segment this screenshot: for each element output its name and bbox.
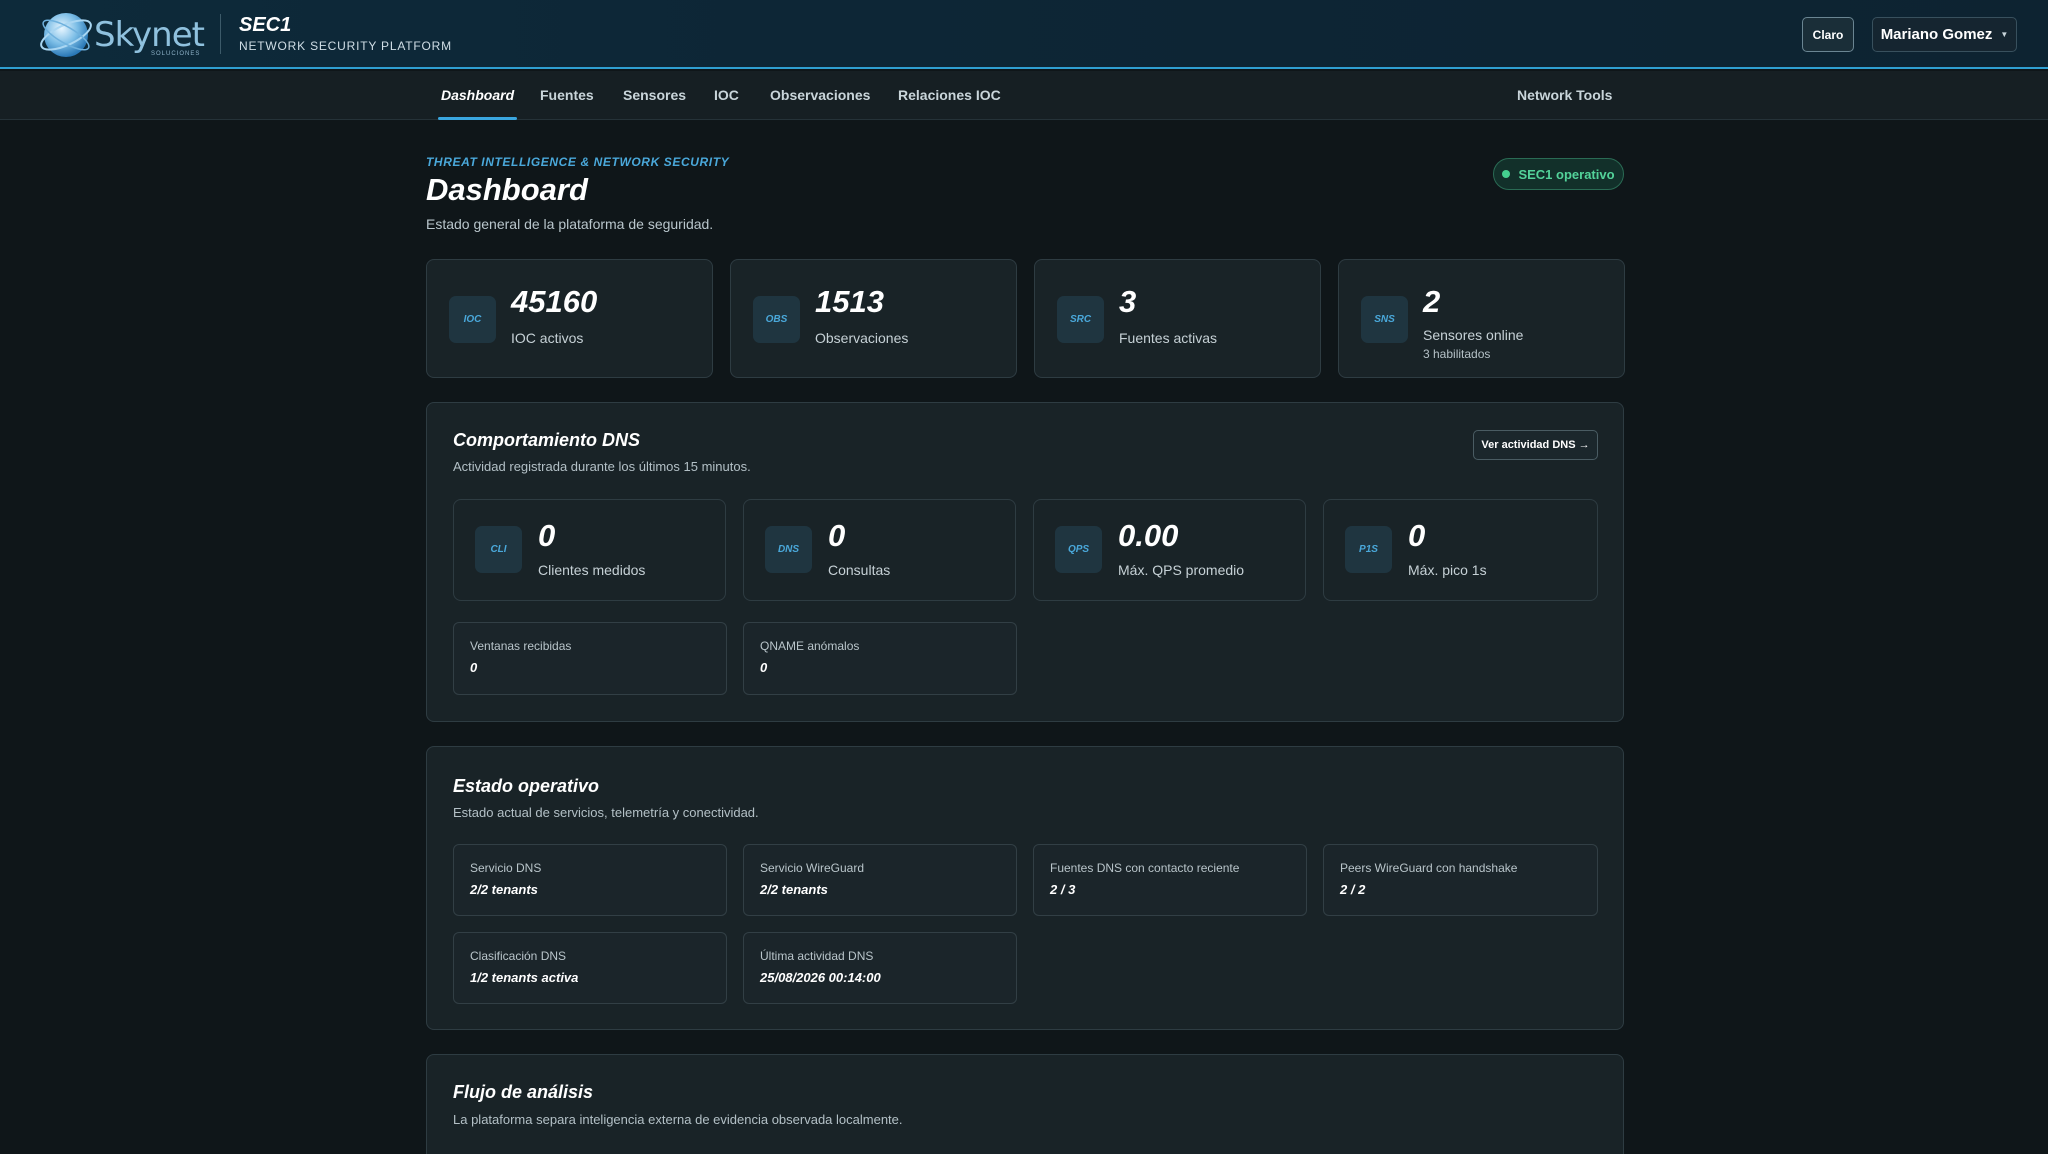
ops-value: 1/2 tenants activa bbox=[470, 970, 579, 985]
user-menu-button[interactable]: Mariano Gomez ▼ bbox=[1872, 17, 2017, 52]
view-dns-activity-button[interactable]: Ver actividad DNS → bbox=[1473, 430, 1598, 460]
dns-metric-card: CLI 0 Clientes medidos bbox=[453, 499, 726, 601]
stat-card-obs: OBS 1513 Observaciones bbox=[730, 259, 1017, 378]
nav-dashboard[interactable]: Dashboard bbox=[437, 71, 518, 120]
dns-icon: DNS bbox=[765, 526, 812, 573]
ops-item: Clasificación DNS 1/2 tenants activa bbox=[453, 932, 727, 1004]
ops-item: Última actividad DNS 25/08/2026 00:14:00 bbox=[743, 932, 1017, 1004]
ops-item: Fuentes DNS con contacto reciente 2 / 3 bbox=[1033, 844, 1307, 916]
page-subtitle: Estado general de la plataforma de segur… bbox=[426, 216, 714, 232]
stat-card-src: SRC 3 Fuentes activas bbox=[1034, 259, 1321, 378]
logo-text: Skynet bbox=[94, 15, 205, 55]
extra-label: Ventanas recibidas bbox=[470, 639, 572, 653]
ops-value: 2/2 tenants bbox=[470, 882, 538, 897]
logo-subtext: SOLUCIONES bbox=[151, 51, 201, 57]
metric-label: Máx. QPS promedio bbox=[1118, 562, 1245, 578]
top-header: Skynet SOLUCIONES SEC1 NETWORK SECURITY … bbox=[0, 0, 2048, 69]
user-name: Mariano Gomez bbox=[1880, 26, 1993, 43]
dns-section: Comportamiento DNS Actividad registrada … bbox=[426, 402, 1624, 722]
chevron-down-icon: ▼ bbox=[2000, 30, 2009, 39]
ops-value: 2 / 3 bbox=[1050, 882, 1076, 897]
ops-value: 2/2 tenants bbox=[760, 882, 828, 897]
ops-label: Última actividad DNS bbox=[760, 949, 874, 963]
ops-label: Servicio DNS bbox=[470, 861, 542, 875]
obs-icon: OBS bbox=[753, 296, 800, 343]
nav-fuentes[interactable]: Fuentes bbox=[540, 71, 594, 120]
src-icon: SRC bbox=[1057, 296, 1104, 343]
cli-icon: CLI bbox=[475, 526, 522, 573]
ops-label: Clasificación DNS bbox=[470, 949, 567, 963]
page-title: Dashboard bbox=[426, 172, 588, 207]
ops-section: Estado operativo Estado actual de servic… bbox=[426, 746, 1624, 1030]
sns-icon: SNS bbox=[1361, 296, 1408, 343]
stat-value: 3 bbox=[1119, 284, 1137, 319]
stat-value: 45160 bbox=[511, 284, 598, 319]
status-badge: SEC1 operativo bbox=[1493, 158, 1624, 190]
extra-value: 0 bbox=[760, 660, 768, 675]
ops-item: Servicio DNS 2/2 tenants bbox=[453, 844, 727, 916]
nav-ioc[interactable]: IOC bbox=[714, 71, 739, 120]
metric-label: Clientes medidos bbox=[538, 562, 646, 578]
dns-metric-card: DNS 0 Consultas bbox=[743, 499, 1016, 601]
header-divider bbox=[220, 14, 221, 54]
ops-value: 2 / 2 bbox=[1340, 882, 1366, 897]
ops-item: Servicio WireGuard 2/2 tenants bbox=[743, 844, 1017, 916]
extra-value: 0 bbox=[470, 660, 478, 675]
theme-toggle-button[interactable]: Claro bbox=[1802, 17, 1854, 52]
stat-label: Observaciones bbox=[815, 330, 909, 346]
ops-label: Servicio WireGuard bbox=[760, 861, 865, 875]
section-title: Comportamiento DNS bbox=[453, 430, 641, 450]
section-subtitle: Estado actual de servicios, telemetría y… bbox=[453, 805, 759, 820]
dns-metric-card: P1S 0 Máx. pico 1s bbox=[1323, 499, 1598, 601]
ops-label: Peers WireGuard con handshake bbox=[1340, 861, 1518, 875]
nav-sensores[interactable]: Sensores bbox=[623, 71, 686, 120]
metric-value: 0.00 bbox=[1118, 518, 1179, 553]
page-eyebrow: THREAT INTELLIGENCE & NETWORK SECURITY bbox=[426, 155, 730, 169]
globe-icon bbox=[40, 13, 92, 57]
section-subtitle: Actividad registrada durante los últimos… bbox=[453, 459, 751, 474]
p1s-icon: P1S bbox=[1345, 526, 1392, 573]
app-subtitle: NETWORK SECURITY PLATFORM bbox=[239, 39, 452, 53]
nav-network-tools[interactable]: Network Tools bbox=[1517, 71, 1612, 120]
ops-label: Fuentes DNS con contacto reciente bbox=[1050, 861, 1240, 875]
metric-value: 0 bbox=[1408, 518, 1426, 553]
metric-label: Máx. pico 1s bbox=[1408, 562, 1487, 578]
skynet-logo[interactable]: Skynet SOLUCIONES bbox=[38, 7, 205, 59]
metric-value: 0 bbox=[828, 518, 846, 553]
stat-card-sns: SNS 2 Sensores online 3 habilitados bbox=[1338, 259, 1625, 378]
stat-value: 1513 bbox=[815, 284, 884, 319]
section-title: Flujo de análisis bbox=[453, 1082, 594, 1102]
dns-metric-card: QPS 0.00 Máx. QPS promedio bbox=[1033, 499, 1306, 601]
extra-label: QNAME anómalos bbox=[760, 639, 860, 653]
metric-value: 0 bbox=[538, 518, 556, 553]
ioc-icon: IOC bbox=[449, 296, 496, 343]
stat-card-ioc: IOC 45160 IOC activos bbox=[426, 259, 713, 378]
flow-section: Flujo de análisis La plataforma separa i… bbox=[426, 1054, 1624, 1154]
section-title: Estado operativo bbox=[453, 776, 600, 796]
stat-value: 2 bbox=[1423, 284, 1441, 319]
qps-icon: QPS bbox=[1055, 526, 1102, 573]
status-text: SEC1 operativo bbox=[1518, 166, 1615, 182]
stat-label: Fuentes activas bbox=[1119, 330, 1218, 346]
stat-extra: 3 habilitados bbox=[1423, 347, 1491, 361]
dns-extra-card: Ventanas recibidas 0 bbox=[453, 622, 727, 695]
stat-label: Sensores online bbox=[1423, 327, 1524, 343]
main-nav: Dashboard Fuentes Sensores IOC Observaci… bbox=[0, 71, 2048, 120]
ops-value: 25/08/2026 00:14:00 bbox=[760, 970, 881, 985]
section-subtitle: La plataforma separa inteligencia extern… bbox=[453, 1112, 903, 1127]
status-dot-icon bbox=[1502, 170, 1511, 178]
nav-observaciones[interactable]: Observaciones bbox=[770, 71, 870, 120]
metric-label: Consultas bbox=[828, 562, 891, 578]
stat-label: IOC activos bbox=[511, 330, 584, 346]
app-title: SEC1 bbox=[239, 14, 292, 36]
ops-item: Peers WireGuard con handshake 2 / 2 bbox=[1323, 844, 1598, 916]
nav-relaciones-ioc[interactable]: Relaciones IOC bbox=[898, 71, 1001, 120]
dns-extra-card: QNAME anómalos 0 bbox=[743, 622, 1017, 695]
